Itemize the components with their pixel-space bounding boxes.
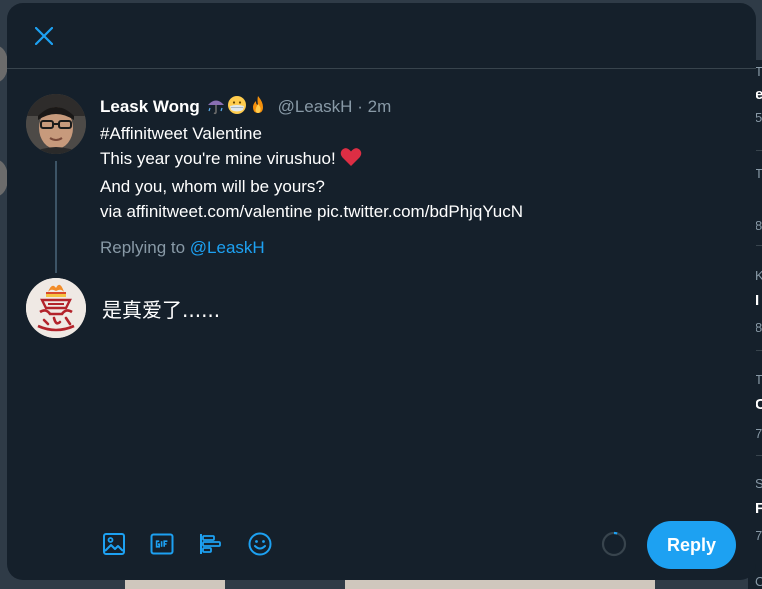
background-text-fragment: S	[755, 476, 762, 491]
character-count-ring	[600, 530, 628, 558]
umbrella-with-rain-icon	[207, 100, 224, 115]
tweet-text-line: #Affinitweet Valentine	[100, 124, 262, 143]
separator-dot: ·	[357, 97, 363, 116]
background-text-fragment: T	[755, 166, 762, 181]
tweet-text: #Affinitweet Valentine This year you're …	[100, 121, 720, 224]
background-text-fragment: 5	[755, 110, 762, 125]
gif-button[interactable]	[143, 525, 181, 563]
background-text-fragment: I	[755, 292, 760, 309]
tweet-text-segment: This year you're mine virushuo!	[100, 149, 336, 168]
thread-connector-line	[55, 161, 57, 273]
reply-button[interactable]: Reply	[647, 521, 736, 569]
close-icon	[35, 27, 53, 45]
reply-modal: Leask Wong @LeaskH · 2m #Affinitweet Val…	[7, 3, 756, 580]
progress-ring-icon	[601, 531, 627, 557]
tweet-text-line: via affinitweet.com/valentine pic.twitte…	[100, 202, 524, 221]
media-icon	[103, 533, 125, 555]
background-text-fragment: 7	[755, 426, 762, 441]
name-emojis	[206, 95, 269, 121]
user-avatar[interactable]	[26, 278, 86, 338]
emoji-button[interactable]	[241, 525, 279, 563]
emoji-icon	[248, 532, 272, 556]
author-name[interactable]: Leask Wong	[100, 97, 200, 116]
background-text-fragment: 7	[755, 528, 762, 543]
fire-icon	[252, 96, 263, 113]
close-button[interactable]	[29, 21, 59, 51]
replying-to-label: Replying to	[100, 238, 186, 257]
background-text-fragment: 8	[755, 320, 762, 335]
media-button[interactable]	[95, 525, 133, 563]
background-text-fragment: K	[755, 268, 762, 283]
author-handle[interactable]: @LeaskH	[278, 97, 353, 116]
author-avatar[interactable]	[26, 94, 86, 154]
background-text-fragment: Ch	[755, 574, 762, 589]
tweet-header: Leask Wong @LeaskH · 2m	[100, 95, 391, 117]
background-text-fragment: F	[755, 500, 762, 517]
poll-button[interactable]	[192, 525, 230, 563]
tweet-text-line: And you, whom will be yours?	[100, 177, 325, 196]
replying-to: Replying to @LeaskH	[100, 237, 265, 259]
gif-icon	[150, 533, 174, 555]
modal-header	[7, 3, 756, 69]
background-text-fragment: T	[755, 372, 762, 387]
background-text-fragment: T	[755, 64, 762, 79]
red-heart-icon	[340, 147, 362, 174]
author-avatar-image	[26, 94, 86, 154]
tweet-timestamp[interactable]: 2m	[368, 97, 392, 116]
user-avatar-image	[26, 278, 86, 338]
replying-to-mention[interactable]: @LeaskH	[190, 238, 265, 257]
background-text-fragment: e	[755, 86, 762, 103]
background-text-fragment: C	[755, 396, 762, 413]
tweet-text-line: This year you're mine virushuo!	[100, 146, 720, 174]
compose-textarea[interactable]: 是真爱了......	[102, 296, 722, 324]
poll-icon	[200, 534, 221, 554]
background-text-fragment: 8	[755, 218, 762, 233]
face-with-mask-icon	[227, 96, 246, 114]
